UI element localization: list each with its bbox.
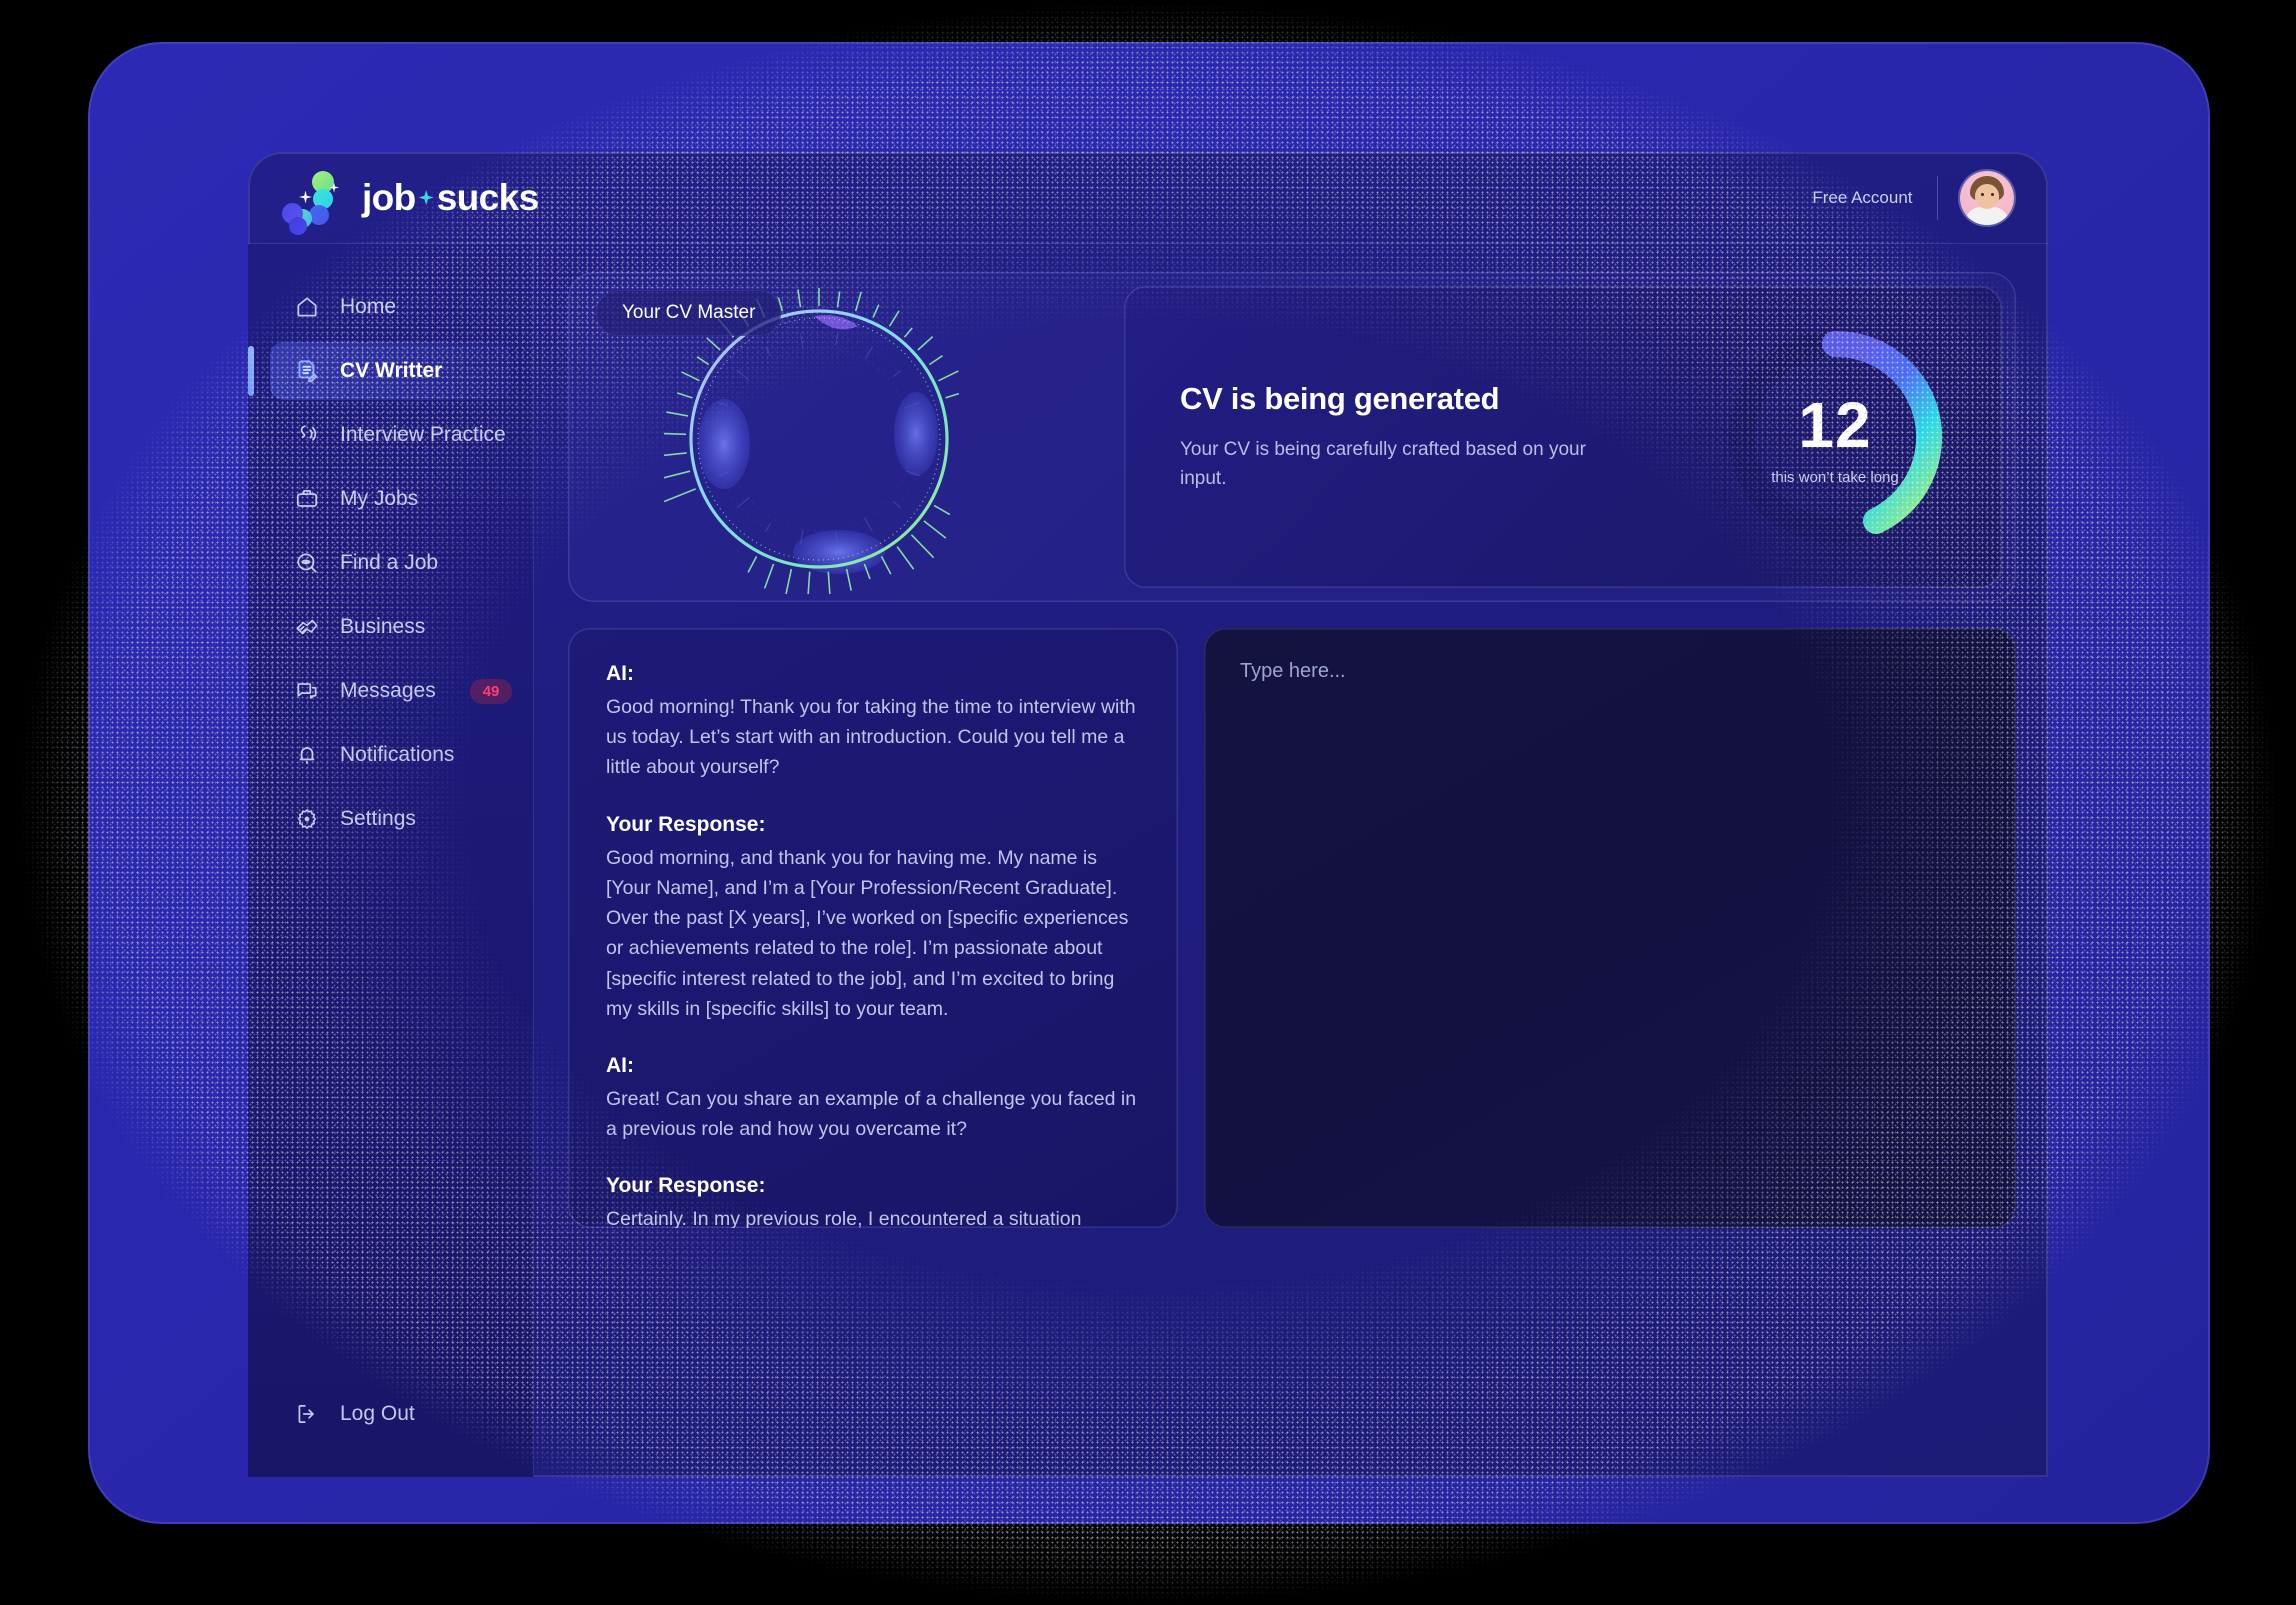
bottom-row: AI: Good morning! Thank you for taking t… [568,628,2016,1228]
sidebar-item-label: Notifications [340,743,455,766]
sidebar-item-label: Home [340,295,397,318]
sidebar-item-messages[interactable]: Messages 49 [270,662,513,720]
brand-name: job sucks [362,177,539,219]
avatar[interactable] [1960,170,2014,225]
chat-text: Great! Can you share an example of a cha… [606,1087,1137,1141]
sidebar-item-label: Business [340,615,426,638]
progress-caption: this won’t take long [1771,468,1899,486]
brand-sparkle-icon [418,190,434,205]
account-type-label: Free Account [1812,187,1913,207]
sidebar-item-label: Find a Job [340,551,439,574]
chat-text: Good morning! Thank you for taking the t… [606,696,1136,779]
app-window: job sucks Free Account Home CV Writter I… [248,152,2048,1477]
sidebar-nav: Home CV Writter Interview Practice My Jo… [248,244,533,848]
sidebar: Home CV Writter Interview Practice My Jo… [248,244,534,1477]
sidebar-item-cv-writter[interactable]: CV Writter [248,342,511,400]
cv-visualizer-zone: Your CV Master [568,272,1108,602]
chat-icon [294,678,320,704]
cv-generation-text: CV is being generated Your CV is being c… [1180,381,1600,494]
bell-icon [294,742,320,768]
sidebar-item-label: CV Writter [340,359,443,382]
messages-badge: 49 [469,678,513,704]
cv-generation-card: CV is being generated Your CV is being c… [1124,286,2002,588]
sidebar-item-settings[interactable]: Settings [270,790,511,848]
brand-name-part2: sucks [436,176,540,218]
chat-text: Certainly. In my previous role, I encoun… [606,1208,1082,1228]
page-title: CV is being generated [1180,380,1500,416]
cv-generation-subtitle: Your CV is being carefully crafted based… [1180,438,1586,489]
progress-ring-center: 12 this won’t take long [1724,326,1946,548]
chat-message: Your Response: Certainly. In my previous… [606,1174,1138,1228]
sidebar-item-interview-practice[interactable]: Interview Practice [270,406,511,464]
sidebar-item-my-jobs[interactable]: My Jobs [270,470,511,528]
brand-name-part1: job [362,176,416,218]
progress-ring: 12 this won’t take long [1724,326,1946,548]
voice-wave-icon [294,422,320,448]
chat-role: AI: [606,1053,634,1077]
cv-master-card: Your CV Master CV is being generated You… [568,272,2016,602]
sidebar-item-find-a-job[interactable]: Find a Job [270,534,511,592]
sidebar-item-home[interactable]: Home [270,278,511,336]
gear-icon [294,806,320,832]
composer-placeholder: Type here... [1240,660,1346,682]
sidebar-item-business[interactable]: Business [270,598,511,656]
sidebar-item-label: Interview Practice [340,423,506,446]
message-composer[interactable]: Type here... [1204,628,2016,1228]
device-frame: job sucks Free Account Home CV Writter I… [88,42,2210,1524]
home-icon [294,294,320,320]
chat-role: Your Response: [606,1174,766,1198]
sidebar-item-label: My Jobs [340,487,419,510]
logout-icon [294,1401,320,1427]
search-eye-icon [294,550,320,576]
interview-transcript-panel[interactable]: AI: Good morning! Thank you for taking t… [568,628,1178,1228]
header-divider [1936,175,1938,220]
progress-counter: 12 [1798,388,1872,461]
gradient-dot-cluster-icon [282,169,344,235]
chat-message: AI: Great! Can you share an example of a… [606,1054,1138,1144]
sidebar-item-label: Messages [340,679,436,702]
main-content: Your CV Master CV is being generated You… [534,244,2048,1477]
sidebar-item-notifications[interactable]: Notifications [270,726,511,784]
brand-logo[interactable]: job sucks [282,169,539,235]
chat-message: AI: Good morning! Thank you for taking t… [606,662,1138,783]
chat-message: Your Response: Good morning, and thank y… [606,813,1138,1024]
logout-button[interactable]: Log Out [270,1385,511,1443]
cv-master-chip[interactable]: Your CV Master [596,290,782,336]
handshake-icon [294,614,320,640]
sidebar-item-label: Settings [340,807,416,830]
header-account-area: Free Account [1812,170,2014,225]
briefcase-icon [294,486,320,512]
chat-role: Your Response: [606,812,766,836]
app-header: job sucks Free Account [248,152,2048,244]
chat-role: AI: [606,662,634,685]
screenshot-stage: job sucks Free Account Home CV Writter I… [0,0,2296,1605]
document-pen-icon [294,358,320,384]
active-indicator [248,346,254,396]
logout-label: Log Out [340,1402,415,1425]
chat-text: Good morning, and thank you for having m… [606,846,1129,1020]
